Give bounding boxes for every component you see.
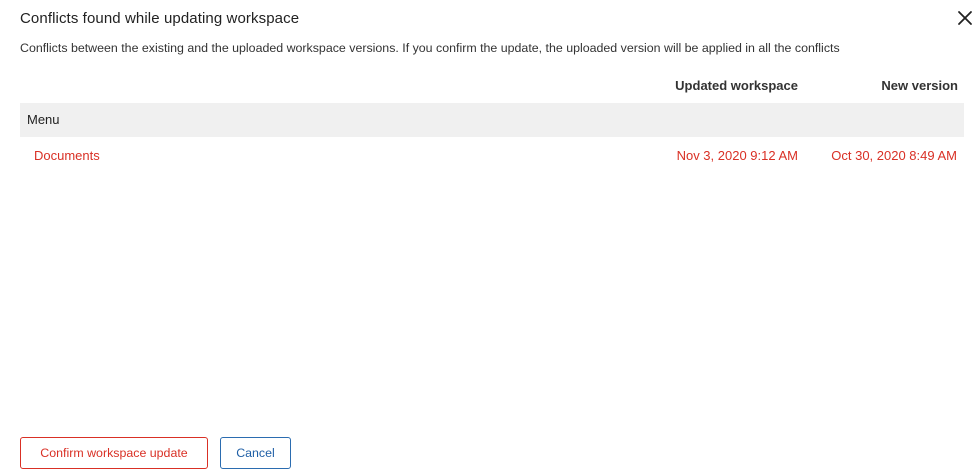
column-header-updated-workspace: Updated workspace <box>675 78 798 93</box>
conflict-item-name[interactable]: Documents <box>34 148 100 163</box>
conflict-updated-date: Nov 3, 2020 9:12 AM <box>676 148 798 163</box>
close-button[interactable] <box>956 9 974 27</box>
table-row[interactable]: Documents Nov 3, 2020 9:12 AM Oct 30, 20… <box>20 137 964 173</box>
group-row-menu: Menu <box>20 103 964 137</box>
group-label: Menu <box>27 112 60 127</box>
dialog-description: Conflicts between the existing and the u… <box>20 41 840 55</box>
cancel-button[interactable]: Cancel <box>220 437 291 469</box>
conflicts-dialog: Conflicts found while updating workspace… <box>0 0 978 473</box>
conflict-new-version-date: Oct 30, 2020 8:49 AM <box>831 148 957 163</box>
close-icon <box>956 9 974 27</box>
confirm-workspace-update-button[interactable]: Confirm workspace update <box>20 437 208 469</box>
dialog-title: Conflicts found while updating workspace <box>20 10 300 27</box>
column-header-new-version: New version <box>881 78 958 93</box>
